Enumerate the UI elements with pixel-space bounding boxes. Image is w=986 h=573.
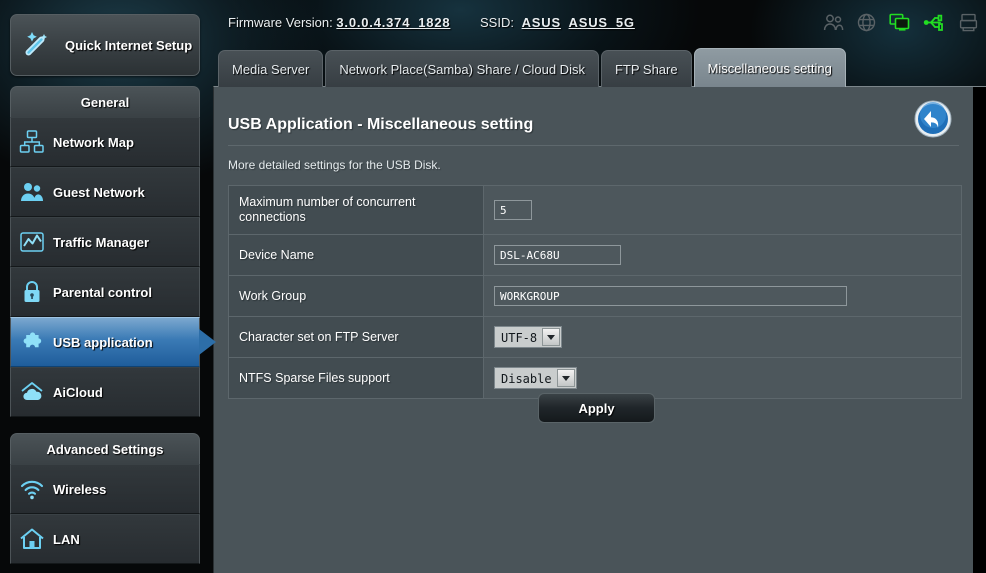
sidebar-item-network-map[interactable]: Network Map <box>10 117 200 167</box>
network-map-icon <box>11 128 53 156</box>
tab-media-server[interactable]: Media Server <box>218 50 324 87</box>
table-row: Device Name <box>228 234 962 276</box>
printer-server-icon[interactable] <box>959 13 978 32</box>
quick-internet-setup-label: Quick Internet Setup <box>65 37 193 53</box>
content-inner: USB Application - Miscellaneous setting … <box>214 87 974 573</box>
sidebar-item-wireless[interactable]: Wireless <box>10 464 200 514</box>
firmware-label: Firmware Version: <box>228 15 333 30</box>
sidebar-item-traffic-manager[interactable]: Traffic Manager <box>10 217 200 267</box>
firmware-version-value[interactable]: 3.0.0.4.374_1828 <box>336 15 450 30</box>
table-row: Work Group <box>228 275 962 317</box>
ssid-label: SSID: <box>480 15 514 30</box>
sidebar-section-advanced: Advanced Settings <box>10 433 200 464</box>
sidebar-menu-advanced: Wireless LAN <box>10 464 200 564</box>
row-label: Device Name <box>228 234 484 276</box>
row-label: NTFS Sparse Files support <box>228 357 484 399</box>
row-value <box>483 275 962 317</box>
sidebar-item-guest-network[interactable]: Guest Network <box>10 167 200 217</box>
back-button-icon[interactable] <box>914 100 952 138</box>
ssid-5ghz-value[interactable]: ASUS_5G <box>569 15 635 30</box>
usb-application-puzzle-icon <box>11 328 53 356</box>
row-value: UTF-8 <box>483 316 962 358</box>
table-row: Character set on FTP Server UTF-8 <box>228 316 962 358</box>
device-name-input[interactable] <box>494 245 621 265</box>
work-group-input[interactable] <box>494 286 847 306</box>
sidebar-item-label: Traffic Manager <box>53 234 150 250</box>
max-concurrent-connections-input[interactable] <box>494 200 532 220</box>
page-description: More detailed settings for the USB Disk. <box>228 158 441 172</box>
chevron-down-icon[interactable] <box>556 369 575 387</box>
guest-network-icon <box>11 178 53 206</box>
router-admin-window: Quick Internet Setup General Network Map <box>0 0 986 573</box>
sidebar-item-lan[interactable]: LAN <box>10 514 200 564</box>
status-icon-group <box>823 13 978 32</box>
row-label: Maximum number of concurrent connections <box>228 185 484 235</box>
sidebar-menu-general: Network Map Guest Network Traffic Manage… <box>10 117 200 417</box>
ntfs-sparse-files-select[interactable]: Disable <box>494 367 577 389</box>
row-label: Character set on FTP Server <box>228 316 484 358</box>
sidebar-item-label: Guest Network <box>53 184 145 200</box>
misc-settings-table: Maximum number of concurrent connections… <box>228 185 962 399</box>
usb-device-icon[interactable] <box>923 13 946 32</box>
guest-users-icon[interactable] <box>823 13 844 32</box>
sidebar-item-label: AiCloud <box>53 384 103 400</box>
page-title: USB Application - Miscellaneous setting <box>228 116 534 133</box>
monitor-clients-icon[interactable] <box>889 13 910 32</box>
tab-ftp-share[interactable]: FTP Share <box>600 50 692 87</box>
sidebar-item-label: LAN <box>53 531 80 547</box>
sidebar: Quick Internet Setup General Network Map <box>0 0 212 573</box>
sidebar-item-label: Network Map <box>53 134 134 150</box>
parental-control-lock-icon <box>11 278 53 306</box>
tab-bar: Media Server Network Place(Samba) Share … <box>218 48 848 87</box>
title-divider <box>228 145 959 146</box>
tab-miscellaneous-setting[interactable]: Miscellaneous setting <box>693 48 846 87</box>
tab-network-place-samba-share-cloud-disk[interactable]: Network Place(Samba) Share / Cloud Disk <box>325 50 599 87</box>
apply-button[interactable]: Apply <box>538 393 655 423</box>
sidebar-item-usb-application[interactable]: USB application <box>10 317 200 367</box>
magic-wand-icon <box>19 24 57 67</box>
content-panel: USB Application - Miscellaneous setting … <box>213 86 986 573</box>
ssid-info: SSID: ASUS ASUS_5G <box>480 15 635 30</box>
firmware-version: Firmware Version: 3.0.0.4.374_1828 <box>228 15 450 30</box>
traffic-manager-icon <box>11 228 53 256</box>
top-bar: Firmware Version: 3.0.0.4.374_1828 SSID:… <box>212 0 986 47</box>
sidebar-item-aicloud[interactable]: AiCloud <box>10 367 200 417</box>
sidebar-item-label: Parental control <box>53 284 152 300</box>
sidebar-item-label: Wireless <box>53 481 107 497</box>
aicloud-icon <box>11 378 53 406</box>
wireless-wifi-icon <box>11 475 53 503</box>
row-value <box>483 234 962 276</box>
row-label: Work Group <box>228 275 484 317</box>
sidebar-item-parental-control[interactable]: Parental control <box>10 267 200 317</box>
quick-internet-setup-button[interactable]: Quick Internet Setup <box>10 14 200 76</box>
lan-house-icon <box>11 525 53 553</box>
table-row: Maximum number of concurrent connections <box>228 185 962 235</box>
globe-internet-icon[interactable] <box>857 13 876 32</box>
ftp-charset-select[interactable]: UTF-8 <box>494 326 563 348</box>
chevron-down-icon[interactable] <box>542 328 561 346</box>
ssid-24ghz-value[interactable]: ASUS <box>522 15 561 30</box>
sidebar-section-general: General <box>10 86 200 117</box>
sidebar-item-label: USB application <box>53 334 153 350</box>
row-value <box>483 185 962 235</box>
